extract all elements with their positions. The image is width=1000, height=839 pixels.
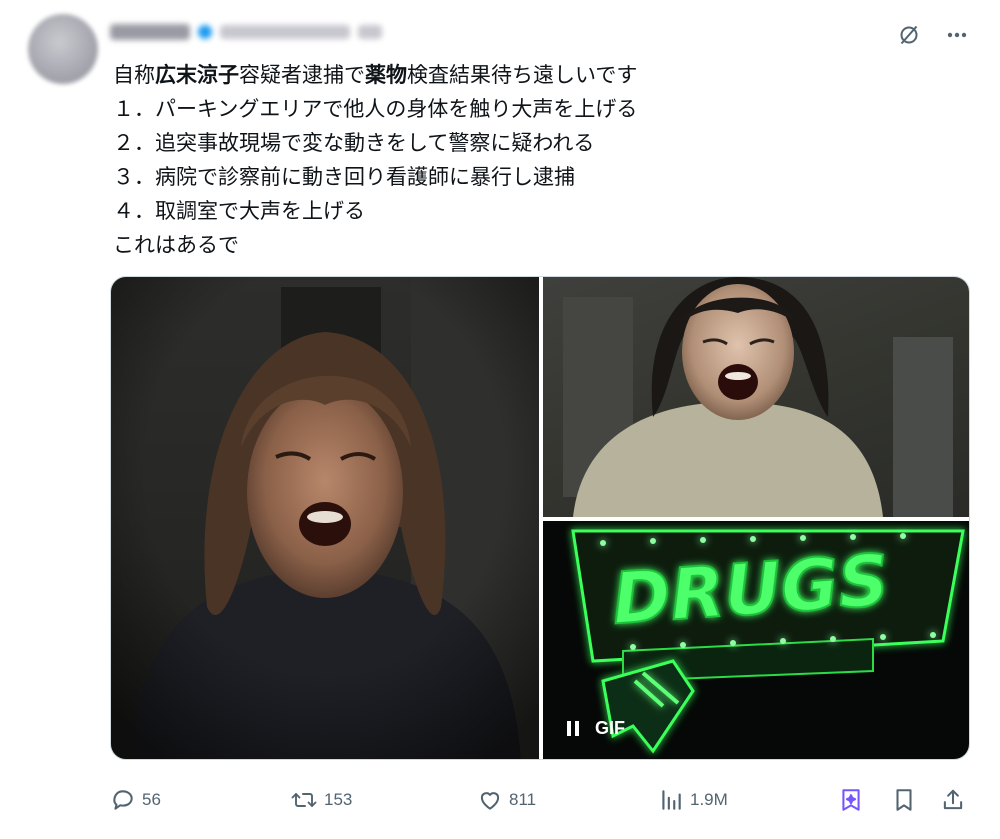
share-icon xyxy=(943,789,963,810)
grok-slash-icon[interactable] xyxy=(896,22,922,48)
tweet-line-6: これはあるで xyxy=(113,233,239,257)
media-image-2[interactable] xyxy=(543,277,969,517)
reply-icon xyxy=(113,790,133,810)
grok-icon xyxy=(842,789,860,811)
tweet-top-actions xyxy=(896,22,970,48)
tweet-line-1-bold: 広末涼子 xyxy=(155,63,239,87)
media-image-1[interactable] xyxy=(111,277,539,759)
author-handle-blurred xyxy=(220,25,350,39)
views-icon xyxy=(662,790,681,810)
tweet-line-5: ４．取調室で大声を上げる xyxy=(113,199,365,223)
avatar[interactable] xyxy=(28,14,98,84)
gif-badge: GIF xyxy=(595,718,625,738)
reply-button[interactable]: 56 xyxy=(110,784,161,816)
views-button[interactable]: 1.9M xyxy=(658,784,728,816)
reply-count: 56 xyxy=(142,790,161,809)
share-button[interactable] xyxy=(940,784,966,816)
author-header-blurred[interactable] xyxy=(110,24,382,40)
repost-icon xyxy=(291,793,317,807)
tweet-line-1-mid: 容疑者逮捕で xyxy=(239,63,365,87)
tweet-line-2: １．パーキングエリアで他人の身体を触り大声を上げる xyxy=(113,97,638,121)
verified-badge-blurred xyxy=(198,25,212,39)
like-count: 811 xyxy=(509,790,537,809)
timestamp-blurred xyxy=(358,25,382,39)
author-name-blurred[interactable] xyxy=(110,24,190,40)
tweet-line-3: ２．追突事故現場で変な動きをして警察に疑われる xyxy=(113,131,595,155)
grok-button[interactable] xyxy=(838,784,864,816)
repost-button[interactable]: 153 xyxy=(290,784,352,816)
media-gif[interactable]: DRUGS GIF xyxy=(543,521,969,759)
repost-count: 153 xyxy=(324,790,353,809)
tweet-line-1-pre: 自称 xyxy=(113,63,155,87)
action-bar: 56 153 811 1.9M xyxy=(110,784,970,816)
gif-controls: GIF xyxy=(567,718,625,739)
like-icon xyxy=(480,792,500,810)
tweet-line-4: ３．病院で診察前に動き回り看護師に暴行し逮捕 xyxy=(113,165,575,189)
views-count: 1.9M xyxy=(690,790,728,809)
like-button[interactable]: 811 xyxy=(477,784,536,816)
media-grid: DRUGS GIF xyxy=(110,276,970,760)
tweet-line-1-bold2: 薬物 xyxy=(365,63,407,87)
bookmark-button[interactable] xyxy=(891,784,917,816)
more-icon[interactable] xyxy=(944,22,970,48)
pause-icon[interactable] xyxy=(567,721,579,736)
tweet-text: 自称広末涼子容疑者逮捕で薬物検査結果待ち遠しいです １．パーキングエリアで他人の… xyxy=(113,58,973,262)
bookmark-icon xyxy=(896,789,912,811)
tweet-line-1: 自称広末涼子容疑者逮捕で薬物検査結果待ち遠しいです xyxy=(113,58,973,92)
tweet-line-1-post: 検査結果待ち遠しいです xyxy=(407,63,638,87)
